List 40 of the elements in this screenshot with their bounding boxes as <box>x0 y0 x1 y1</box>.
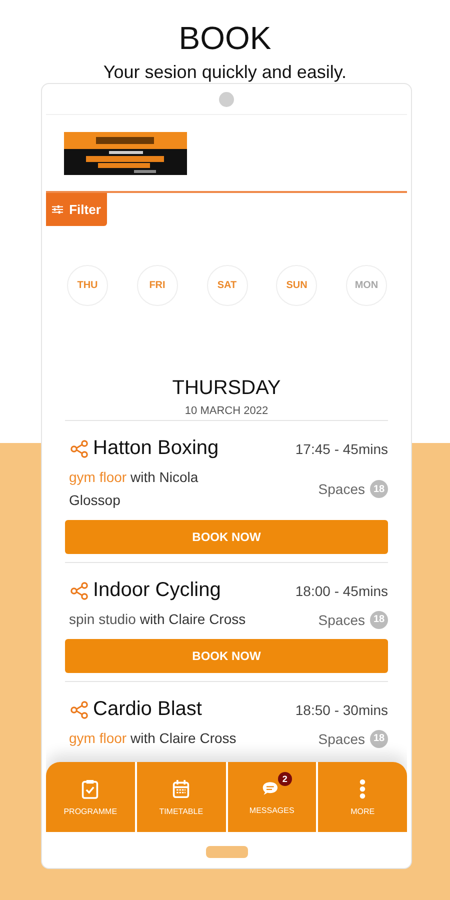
notification-badge: 2 <box>278 772 292 786</box>
home-bar <box>206 846 248 858</box>
spaces-label: Spaces <box>318 481 365 497</box>
day-heading: THURSDAY <box>171 377 282 400</box>
share-icon[interactable] <box>69 700 89 720</box>
nav-tab[interactable]: MORE <box>318 762 407 832</box>
page-title: BOOK <box>178 20 272 56</box>
date-label: 10 MARCH 2022 <box>184 405 270 417</box>
book-now-button[interactable]: BOOK NOW <box>65 639 388 673</box>
class-time: 17:45 - 45mins <box>295 440 388 456</box>
nav-tab[interactable]: PROGRAMME <box>46 762 135 832</box>
share-icon[interactable] <box>69 580 89 600</box>
class-time: 18:00 - 45mins <box>295 582 388 598</box>
day-button[interactable]: THU <box>67 265 108 306</box>
filter-button[interactable]: Filter <box>46 193 107 226</box>
class-time: 18:50 - 30mins <box>295 702 388 718</box>
day-button[interactable]: SUN <box>276 265 318 306</box>
nav-tab[interactable]: TIMETABLE <box>136 762 226 832</box>
spaces-count: 18 <box>370 730 388 748</box>
class-name: Indoor Cycling <box>93 579 222 602</box>
nav-tab[interactable]: 2 MESSAGES <box>228 762 316 832</box>
spaces-count: 18 <box>370 610 388 628</box>
spaces-label: Spaces <box>318 612 365 628</box>
book-now-button[interactable]: BOOK NOW <box>65 520 388 554</box>
camera-dot <box>219 92 234 107</box>
sliders-icon <box>52 204 64 215</box>
class-details: gym floor with Nicola Glossop <box>69 468 200 510</box>
class-details: gym floor with Claire Cross <box>69 729 236 748</box>
day-button[interactable]: FRI <box>136 265 178 306</box>
share-icon[interactable] <box>69 438 89 458</box>
page-subtitle: Your sesion quickly and easily. <box>103 62 347 83</box>
calendar-icon <box>172 778 190 798</box>
spaces-label: Spaces <box>318 730 365 746</box>
class-details: spin studio with Claire Cross <box>69 610 246 629</box>
day-button[interactable]: SAT <box>206 265 248 306</box>
spaces-count: 18 <box>370 480 388 498</box>
class-name: Hatton Boxing <box>93 437 220 460</box>
class-name: Cardio Blast <box>93 698 203 721</box>
more-icon <box>359 778 366 798</box>
clipboard-check-icon <box>81 778 100 798</box>
